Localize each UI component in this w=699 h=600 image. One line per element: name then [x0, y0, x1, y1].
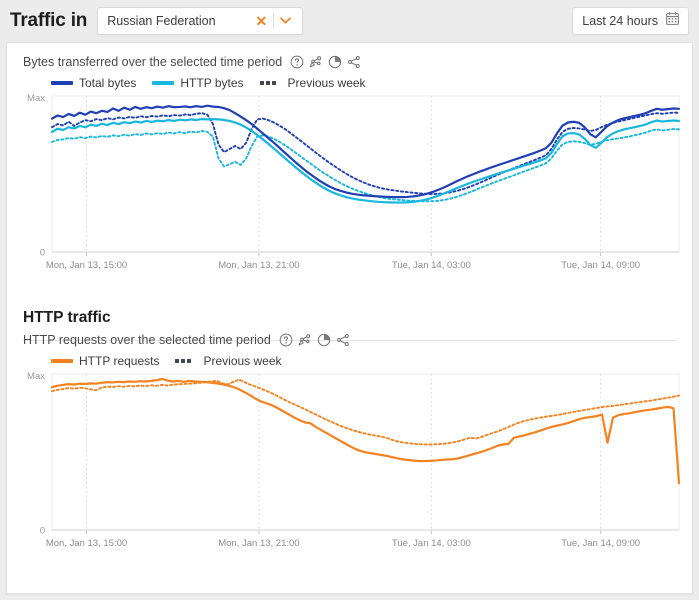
traffic-card: Bytes transferred over the selected time… [6, 42, 693, 594]
legend-swatch-dotted [175, 359, 197, 363]
legend-label: Total bytes [79, 76, 137, 90]
time-range-label: Last 24 hours [582, 14, 658, 28]
y-axis-min-label: 0 [40, 248, 45, 259]
y-axis-min-label: 0 [40, 526, 45, 537]
traffic-dashboard: Traffic in Russian Federation ✕ Last 24 … [0, 0, 699, 600]
legend-swatch [152, 81, 175, 85]
section-http: HTTP traffic HTTP requests over the sele… [7, 285, 692, 563]
time-range-select[interactable]: Last 24 hours [572, 7, 689, 35]
calendar-icon [666, 12, 679, 30]
page-header: Traffic in Russian Federation ✕ Last 24 … [0, 0, 699, 42]
legend-swatch [51, 359, 73, 363]
http-subtitle: HTTP requests over the selected time per… [23, 333, 271, 347]
section-bytes: Bytes transferred over the selected time… [7, 43, 692, 285]
share-nodes-icon[interactable] [336, 333, 350, 347]
y-axis-max-label: Max [27, 93, 45, 104]
pie-chart-icon[interactable] [328, 55, 342, 69]
legend-label: Previous week [287, 76, 366, 90]
y-axis-max-label: Max [27, 371, 45, 382]
share-network-icon[interactable] [309, 55, 323, 69]
bytes-subtitle: Bytes transferred over the selected time… [23, 55, 283, 69]
share-network-icon[interactable] [298, 333, 312, 347]
x-axis-tick-label: Mon, Jan 13, 15:00 [46, 538, 127, 549]
x-axis-tick-label: Mon, Jan 13, 21:00 [218, 260, 299, 271]
legend-item-previous-week[interactable]: Previous week [175, 354, 282, 368]
http-chart[interactable]: Max 0 Mon, Jan 13, 15:00 Mon, Jan 13, 21:00… [7, 368, 692, 563]
legend-swatch [51, 81, 73, 85]
x-axis-tick-label: Tue, Jan 14, 03:00 [392, 260, 471, 271]
legend-swatch-dotted [259, 81, 282, 85]
x-axis-tick-label: Tue, Jan 14, 09:00 [561, 538, 640, 549]
help-circle-icon[interactable] [279, 333, 293, 347]
chevron-down-icon[interactable] [274, 16, 296, 27]
http-legend: HTTP requests Previous week [7, 354, 692, 368]
pie-chart-icon[interactable] [317, 333, 331, 347]
legend-item-previous-week[interactable]: Previous week [259, 76, 366, 90]
page-title: Traffic in [10, 10, 88, 31]
location-select[interactable]: Russian Federation ✕ [97, 7, 304, 35]
bytes-chart[interactable]: Max 0 Mon, Jan 13, 15:00 Mon, Jan 13, 21:00… [7, 90, 692, 285]
bytes-legend: Total bytes HTTP bytes Previous week [7, 76, 692, 90]
x-axis-tick-label: Tue, Jan 14, 09:00 [561, 260, 640, 271]
location-select-value: Russian Federation [107, 14, 216, 28]
bytes-action-icons [290, 55, 361, 69]
legend-item-http-requests[interactable]: HTTP requests [51, 354, 159, 368]
share-nodes-icon[interactable] [347, 55, 361, 69]
http-subtitle-row: HTTP requests over the selected time per… [7, 333, 692, 347]
legend-item-total-bytes[interactable]: Total bytes [51, 76, 136, 90]
help-circle-icon[interactable] [290, 55, 304, 69]
clear-icon[interactable]: ✕ [249, 14, 273, 28]
x-axis-tick-label: Mon, Jan 13, 21:00 [218, 538, 299, 549]
http-section-title: HTTP traffic [23, 309, 111, 326]
x-axis-tick-label: Mon, Jan 13, 15:00 [46, 260, 127, 271]
x-axis-tick-label: Tue, Jan 14, 03:00 [392, 538, 471, 549]
legend-label: HTTP requests [79, 354, 160, 368]
legend-item-http-bytes[interactable]: HTTP bytes [152, 76, 244, 90]
http-action-icons [279, 333, 350, 347]
legend-label: Previous week [203, 354, 282, 368]
legend-label: HTTP bytes [180, 76, 244, 90]
bytes-subtitle-row: Bytes transferred over the selected time… [7, 55, 692, 69]
